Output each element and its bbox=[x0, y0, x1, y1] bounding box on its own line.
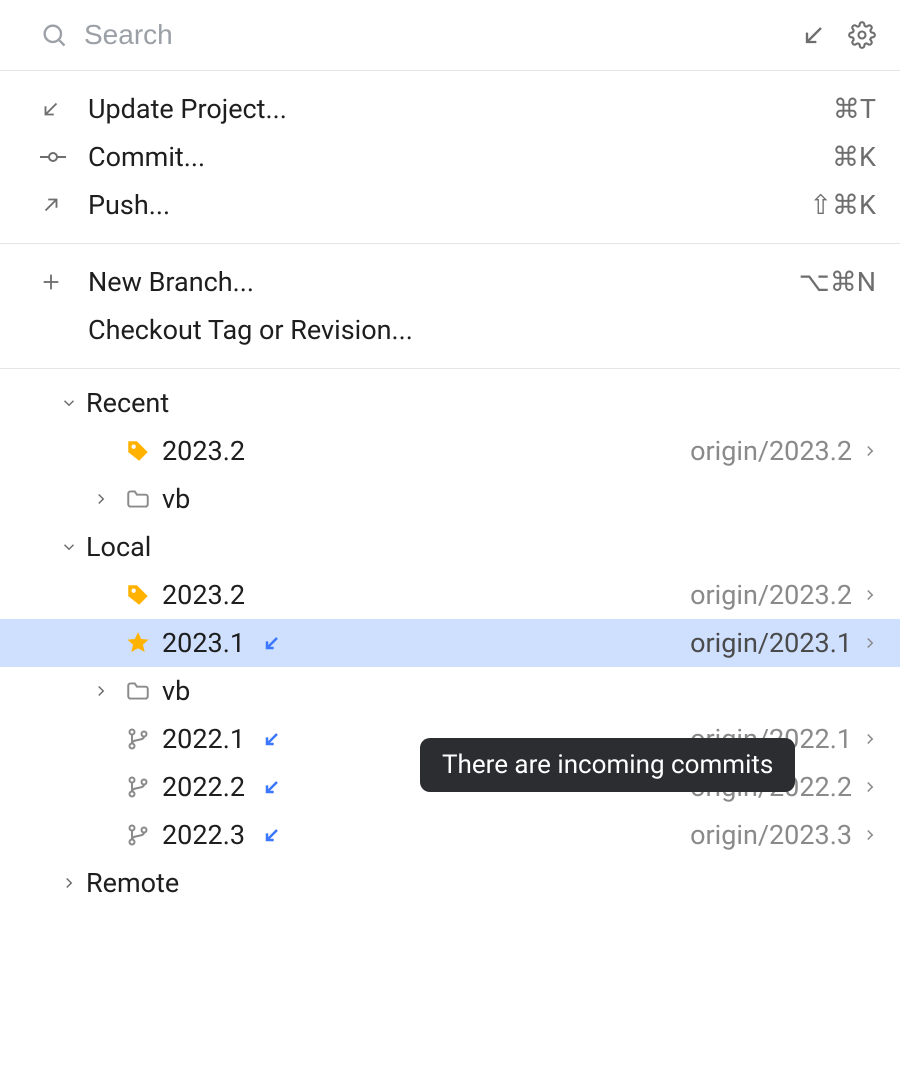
plus-icon bbox=[40, 271, 74, 293]
update-project-action[interactable]: Update Project... ⌘T bbox=[0, 85, 900, 133]
chevron-right-icon bbox=[858, 778, 882, 796]
gear-icon[interactable] bbox=[848, 21, 876, 49]
branch-name: 2022.3 bbox=[162, 819, 245, 851]
action-label: Checkout Tag or Revision... bbox=[88, 314, 876, 346]
branch-actions: New Branch... ⌥⌘N Checkout Tag or Revisi… bbox=[0, 244, 900, 369]
folder-icon bbox=[120, 678, 156, 704]
branches-popup: Update Project... ⌘T Commit... ⌘K Push..… bbox=[0, 0, 900, 1068]
chevron-down-icon bbox=[0, 538, 86, 556]
new-branch-action[interactable]: New Branch... ⌥⌘N bbox=[0, 258, 900, 306]
chevron-right-icon bbox=[0, 682, 120, 700]
shortcut-label: ⌥⌘N bbox=[799, 266, 876, 298]
group-label: Recent bbox=[86, 387, 169, 419]
checkout-tag-action[interactable]: Checkout Tag or Revision... bbox=[0, 306, 900, 354]
chevron-right-icon bbox=[858, 586, 882, 604]
branch-row-local-2023-1[interactable]: 2023.1 origin/2023.1 bbox=[0, 619, 900, 667]
branch-name: 2023.2 bbox=[162, 435, 245, 467]
group-remote[interactable]: Remote bbox=[0, 859, 900, 907]
group-local[interactable]: Local bbox=[0, 523, 900, 571]
search-input[interactable] bbox=[82, 18, 800, 52]
tracking-branch: origin/2023.2 bbox=[690, 435, 852, 467]
branch-name: 2023.1 bbox=[162, 627, 245, 659]
incoming-commits-tooltip: There are incoming commits bbox=[420, 738, 795, 792]
folder-icon bbox=[120, 486, 156, 512]
branch-row-local-2023-2[interactable]: 2023.2 origin/2023.2 bbox=[0, 571, 900, 619]
group-recent[interactable]: Recent bbox=[0, 379, 900, 427]
vcs-actions: Update Project... ⌘T Commit... ⌘K Push..… bbox=[0, 71, 900, 244]
tracking-branch: origin/2023.2 bbox=[690, 579, 852, 611]
tracking-branch: origin/2023.1 bbox=[690, 627, 852, 659]
folder-row-recent-vb[interactable]: vb bbox=[0, 475, 900, 523]
shortcut-label: ⌘K bbox=[832, 141, 876, 173]
folder-row-local-vb[interactable]: vb bbox=[0, 667, 900, 715]
push-action[interactable]: Push... ⇧⌘K bbox=[0, 181, 900, 229]
tooltip-text: There are incoming commits bbox=[442, 750, 773, 780]
arrow-up-right-icon bbox=[40, 194, 74, 216]
action-label: Update Project... bbox=[88, 93, 833, 125]
chevron-right-icon bbox=[858, 442, 882, 460]
branch-icon bbox=[120, 823, 156, 847]
incoming-commits-icon bbox=[261, 824, 283, 846]
chevron-right-icon bbox=[858, 826, 882, 844]
chevron-right-icon bbox=[858, 634, 882, 652]
branch-icon bbox=[120, 775, 156, 799]
incoming-commits-icon bbox=[261, 776, 283, 798]
branch-name: 2022.2 bbox=[162, 771, 245, 803]
branch-name: 2022.1 bbox=[162, 723, 245, 755]
chevron-right-icon bbox=[0, 490, 120, 508]
action-label: Commit... bbox=[88, 141, 832, 173]
group-label: Local bbox=[86, 531, 151, 563]
tag-icon bbox=[120, 438, 156, 464]
tag-icon bbox=[120, 582, 156, 608]
group-label: Remote bbox=[86, 867, 179, 899]
commit-icon bbox=[40, 146, 74, 168]
incoming-commits-icon bbox=[261, 632, 283, 654]
action-label: Push... bbox=[88, 189, 809, 221]
header-actions bbox=[800, 21, 876, 49]
shortcut-label: ⌘T bbox=[833, 93, 876, 125]
arrow-down-left-icon bbox=[40, 98, 74, 120]
fetch-icon[interactable] bbox=[800, 21, 828, 49]
folder-name: vb bbox=[162, 675, 190, 707]
chevron-right-icon bbox=[0, 874, 86, 892]
branch-icon bbox=[120, 727, 156, 751]
commit-action[interactable]: Commit... ⌘K bbox=[0, 133, 900, 181]
branch-row-recent-2023-2[interactable]: 2023.2 origin/2023.2 bbox=[0, 427, 900, 475]
header bbox=[0, 0, 900, 71]
shortcut-label: ⇧⌘K bbox=[809, 189, 876, 221]
search-icon bbox=[40, 21, 68, 49]
incoming-commits-icon bbox=[261, 728, 283, 750]
chevron-right-icon bbox=[858, 730, 882, 748]
folder-name: vb bbox=[162, 483, 190, 515]
star-icon bbox=[120, 630, 156, 656]
chevron-down-icon bbox=[0, 394, 86, 412]
action-label: New Branch... bbox=[88, 266, 799, 298]
tracking-branch: origin/2023.3 bbox=[690, 819, 852, 851]
branch-name: 2023.2 bbox=[162, 579, 245, 611]
branch-row-local-2022-3[interactable]: 2022.3 origin/2023.3 bbox=[0, 811, 900, 859]
